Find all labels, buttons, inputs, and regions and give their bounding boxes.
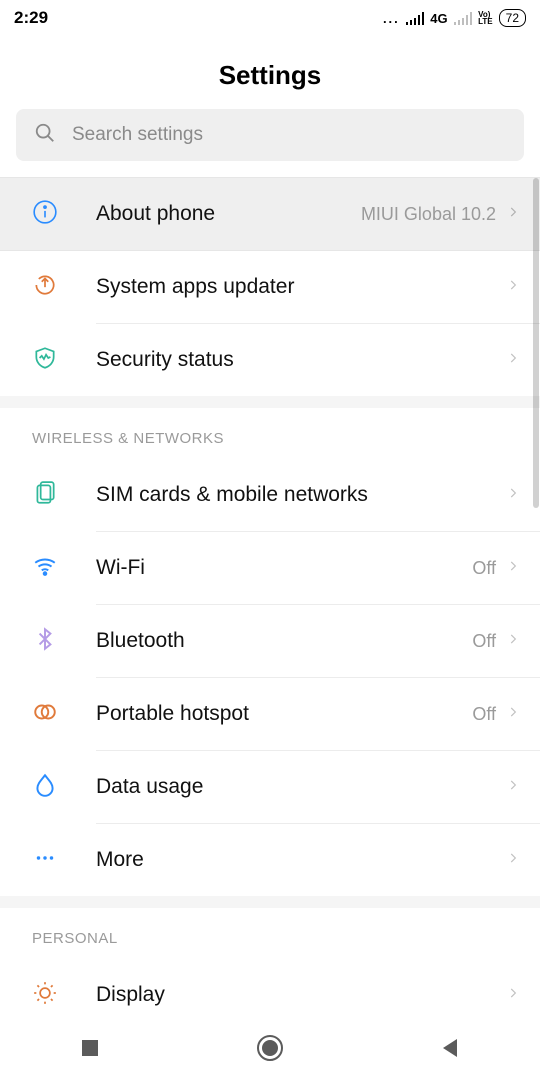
row-label: Display <box>96 983 506 1007</box>
status-right: ... 4G Vo)LTE 72 <box>383 9 526 27</box>
hotspot-icon <box>32 699 58 730</box>
nav-recent-button[interactable] <box>60 1026 120 1070</box>
battery-icon: 72 <box>499 9 526 27</box>
sim-icon <box>32 480 58 511</box>
search-icon <box>34 122 56 149</box>
chevron-right-icon <box>506 274 520 301</box>
nav-back-button[interactable] <box>420 1026 480 1070</box>
row-value: MIUI Global 10.2 <box>361 204 496 225</box>
sun-icon <box>32 980 58 1011</box>
chevron-right-icon <box>506 982 520 1009</box>
section-divider <box>0 896 540 908</box>
row-label: SIM cards & mobile networks <box>96 483 506 507</box>
chevron-right-icon <box>506 555 520 582</box>
signal-icon-2 <box>454 12 473 25</box>
row-label: Bluetooth <box>96 629 472 653</box>
network-type: 4G <box>430 11 447 26</box>
row-portable-hotspot[interactable]: Portable hotspot Off <box>0 678 540 750</box>
row-value: Off <box>472 704 496 725</box>
shield-icon <box>32 345 58 376</box>
row-sim-cards[interactable]: SIM cards & mobile networks <box>0 459 540 531</box>
volte-icon: Vo)LTE <box>478 11 493 25</box>
row-more[interactable]: More <box>0 824 540 896</box>
section-divider <box>0 396 540 408</box>
bluetooth-icon <box>32 626 58 657</box>
nav-home-button[interactable] <box>240 1026 300 1070</box>
status-bar: 2:29 ... 4G Vo)LTE 72 <box>0 0 540 36</box>
row-label: Wi-Fi <box>96 556 472 580</box>
chevron-right-icon <box>506 201 520 228</box>
row-label: More <box>96 848 506 872</box>
row-label: Security status <box>96 348 506 372</box>
row-data-usage[interactable]: Data usage <box>0 751 540 823</box>
section-header-personal: PERSONAL <box>0 908 540 959</box>
row-label: About phone <box>96 202 361 226</box>
chevron-right-icon <box>506 482 520 509</box>
search-input[interactable] <box>72 124 506 146</box>
search-container <box>0 109 540 177</box>
info-icon <box>32 199 58 230</box>
chevron-right-icon <box>506 628 520 655</box>
row-system-apps-updater[interactable]: System apps updater <box>0 251 540 323</box>
nav-bar <box>0 1016 540 1080</box>
search-bar[interactable] <box>16 109 524 161</box>
signal-icon <box>406 12 425 25</box>
chevron-right-icon <box>506 774 520 801</box>
row-bluetooth[interactable]: Bluetooth Off <box>0 605 540 677</box>
chevron-right-icon <box>506 347 520 374</box>
row-about-phone[interactable]: About phone MIUI Global 10.2 <box>0 177 540 251</box>
wifi-icon <box>32 553 58 584</box>
row-label: System apps updater <box>96 275 506 299</box>
update-icon <box>32 272 58 303</box>
section-header-wireless: WIRELESS & NETWORKS <box>0 408 540 459</box>
row-label: Data usage <box>96 775 506 799</box>
row-value: Off <box>472 631 496 652</box>
row-wifi[interactable]: Wi-Fi Off <box>0 532 540 604</box>
status-time: 2:29 <box>14 8 48 28</box>
scrollbar[interactable] <box>533 178 539 508</box>
page-title: Settings <box>0 36 540 109</box>
chevron-right-icon <box>506 847 520 874</box>
chevron-right-icon <box>506 701 520 728</box>
more-icon <box>32 845 58 876</box>
more-dots-icon: ... <box>383 11 400 26</box>
droplet-icon <box>32 772 58 803</box>
row-security-status[interactable]: Security status <box>0 324 540 396</box>
row-value: Off <box>472 558 496 579</box>
row-label: Portable hotspot <box>96 702 472 726</box>
